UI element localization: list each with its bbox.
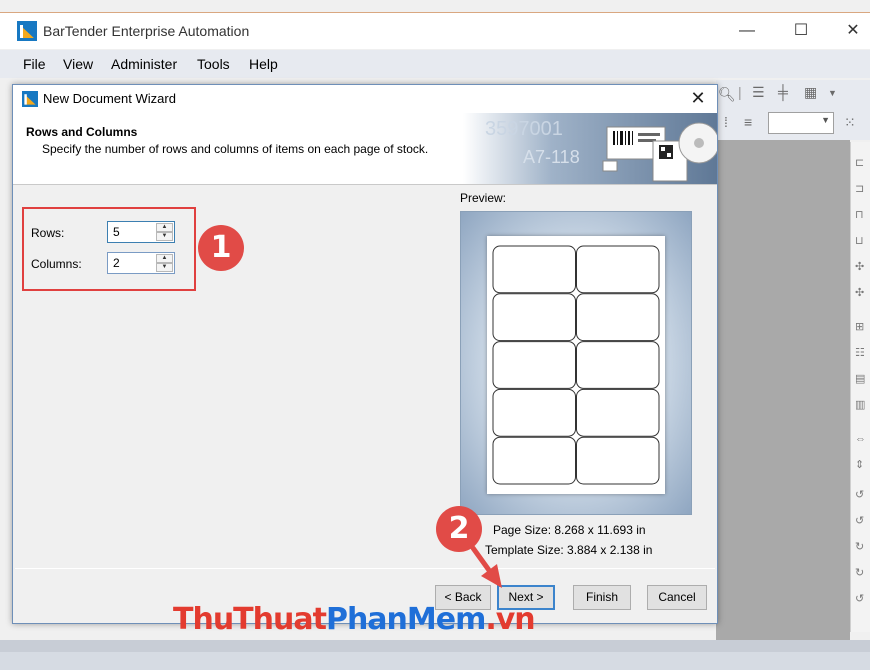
label-cell: [576, 293, 660, 342]
align-left-icon[interactable]: ⊏: [855, 156, 869, 170]
dotted-grid-icon[interactable]: ⁙: [844, 114, 856, 131]
label-grid-preview: [492, 245, 660, 485]
label-cell: [492, 436, 576, 485]
distribute-vertical-icon[interactable]: ☷: [855, 346, 869, 360]
status-bar: [0, 652, 870, 670]
svg-text:A7-118: A7-118: [523, 147, 580, 167]
right-tool-panel: ⊏ ⊐ ⊓ ⊔ ✣ ✣ ⊞ ☷ ▤ ▥ ⇔ ⇕ ↺ ↺ ↻ ↻ ↺: [850, 142, 870, 632]
label-cell: [576, 341, 660, 389]
wizard-step-title: Rows and Columns: [26, 125, 138, 139]
rows-label: Rows:: [31, 226, 65, 240]
columns-value[interactable]: 2: [113, 256, 120, 270]
svg-text:3597001: 3597001: [485, 118, 563, 140]
finish-button[interactable]: Finish: [573, 585, 631, 610]
label-cell: [576, 436, 660, 485]
align-top-tool-icon[interactable]: ⊓: [855, 208, 869, 222]
cancel-button[interactable]: Cancel: [647, 585, 707, 610]
app-title: BarTender Enterprise Automation: [43, 23, 250, 39]
label-cell: [576, 245, 660, 294]
align-center-icon[interactable]: ╪: [778, 84, 788, 100]
line-width-combo[interactable]: ▼: [768, 112, 834, 134]
align-top-icon[interactable]: ☰: [752, 84, 765, 101]
columns-spinner[interactable]: 2 ▲ ▼: [107, 252, 175, 274]
rotate-90-cw-icon[interactable]: ↻: [855, 540, 869, 554]
center-horizontal-icon[interactable]: ✣: [855, 260, 869, 274]
zoom-icon[interactable]: 🔍︎: [718, 86, 736, 103]
label-cell: [576, 388, 660, 437]
preview-panel: [460, 211, 692, 515]
design-canvas: [716, 140, 850, 640]
page-size-text: Page Size: 8.268 x 11.693 in: [493, 523, 646, 537]
wizard-step-subtitle: Specify the number of rows and columns o…: [42, 142, 429, 156]
dialog-title: New Document Wizard: [43, 91, 176, 106]
menu-file[interactable]: File: [23, 56, 46, 72]
toolbar: 🔍︎ | ☰ ╪ ▦ ▼: [716, 80, 870, 114]
wizard-header: Rows and Columns Specify the number of r…: [13, 113, 717, 185]
align-right-icon[interactable]: ⊐: [855, 182, 869, 196]
menu-tools[interactable]: Tools: [197, 56, 230, 72]
chevron-down-icon: ▼: [821, 115, 830, 125]
line-style-icon[interactable]: ≡: [744, 114, 752, 130]
menu-bar: File View Administer Tools Help: [0, 50, 870, 78]
rows-value[interactable]: 5: [113, 225, 120, 239]
menu-help[interactable]: Help: [249, 56, 278, 72]
wizard-banner-image: 3597001 A7-118: [463, 113, 717, 184]
step-1-badge: 1: [198, 225, 244, 271]
columns-decrement-button[interactable]: ▼: [156, 263, 173, 272]
label-cell: [492, 245, 576, 294]
template-size-text: Template Size: 3.884 x 2.138 in: [485, 543, 653, 557]
toolbar-dropdown-icon[interactable]: ▼: [828, 88, 837, 98]
rotate-90-icon[interactable]: ↺: [855, 488, 869, 502]
bartender-logo-icon: [22, 91, 38, 107]
space-vertical-icon[interactable]: ⇕: [855, 458, 869, 472]
maximize-button[interactable]: ☐: [786, 19, 816, 43]
rotate-back-icon[interactable]: ↺: [855, 592, 869, 606]
columns-label: Columns:: [31, 257, 82, 271]
align-bottom-icon[interactable]: ⊔: [855, 234, 869, 248]
rotate-1-icon[interactable]: ↻: [855, 566, 869, 580]
rows-columns-highlight: [22, 207, 196, 291]
preview-page: [487, 236, 665, 494]
same-width-icon[interactable]: ▤: [855, 372, 869, 386]
dialog-separator: [15, 568, 715, 569]
same-height-icon[interactable]: ▥: [855, 398, 869, 412]
column-layout-icon[interactable]: ⁞: [724, 114, 728, 130]
rows-decrement-button[interactable]: ▼: [156, 232, 173, 241]
distribute-horizontal-icon[interactable]: ⊞: [855, 320, 869, 334]
columns-increment-button[interactable]: ▲: [156, 254, 173, 263]
dialog-close-button[interactable]: ✕: [685, 86, 711, 110]
rotate-180-icon[interactable]: ↺: [855, 514, 869, 528]
app-close-button[interactable]: ✕: [838, 19, 868, 43]
minimize-button[interactable]: —: [732, 19, 762, 43]
rows-spinner[interactable]: 5 ▲ ▼: [107, 221, 175, 243]
toolbar-separator: |: [738, 84, 742, 100]
step-2-badge: 2: [436, 506, 482, 552]
label-cell: [492, 341, 576, 389]
dialog-titlebar: New Document Wizard ✕: [13, 85, 717, 113]
label-cell: [492, 388, 576, 437]
watermark-logo: ThuThuatPhanMem.vn: [173, 602, 536, 637]
label-cell: [492, 293, 576, 342]
preview-label: Preview:: [460, 191, 507, 205]
bartender-logo-icon: [17, 21, 37, 41]
rows-increment-button[interactable]: ▲: [156, 223, 173, 232]
menu-administer[interactable]: Administer: [111, 56, 177, 72]
space-horizontal-icon[interactable]: ⇔: [855, 432, 869, 446]
grid-icon[interactable]: ▦: [804, 84, 817, 101]
toolbar-secondary: ⁞ ≡ ▼ ⁙: [716, 112, 870, 140]
new-document-wizard-dialog: New Document Wizard ✕ Rows and Columns S…: [12, 84, 718, 624]
menu-view[interactable]: View: [63, 56, 93, 72]
center-vertical-icon[interactable]: ✣: [855, 286, 869, 300]
app-titlebar: BarTender Enterprise Automation — ☐ ✕: [0, 13, 870, 49]
